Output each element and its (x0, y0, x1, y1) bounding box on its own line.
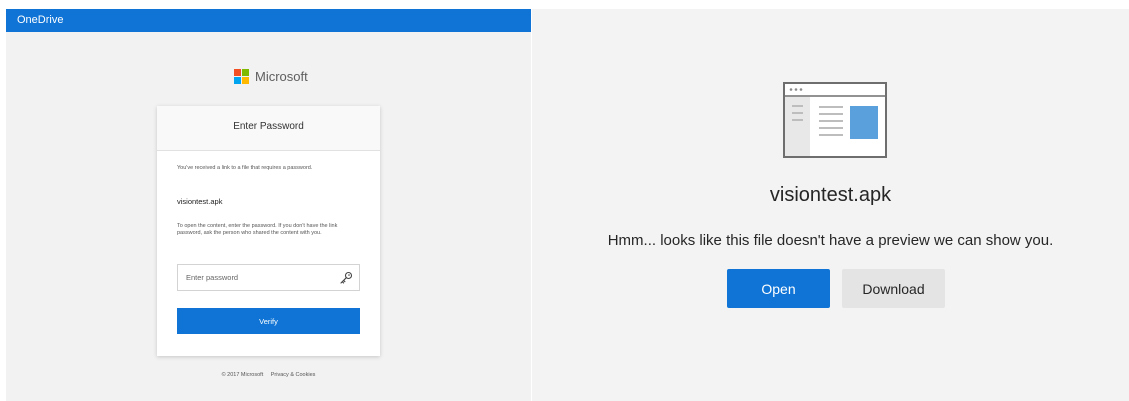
instructions-text: To open the content, enter the password.… (177, 223, 338, 236)
page-footer: © 2017 Microsoft Privacy & Cookies (6, 372, 531, 378)
password-input[interactable] (178, 265, 328, 290)
password-card: Enter Password You've received a link to… (157, 106, 380, 356)
app-title[interactable]: OneDrive (17, 14, 63, 26)
document-preview-icon (783, 82, 887, 158)
microsoft-logo: Microsoft (234, 69, 308, 84)
password-page: OneDrive Microsoft Enter Password You've… (6, 9, 531, 401)
key-icon[interactable] (339, 271, 353, 285)
preview-panel: visiontest.apk Hmm... looks like this fi… (532, 9, 1129, 401)
privacy-link[interactable]: Privacy & Cookies (271, 372, 316, 378)
download-button[interactable]: Download (842, 269, 945, 308)
onedrive-topbar: OneDrive (6, 9, 531, 32)
password-field[interactable] (177, 264, 360, 291)
verify-button[interactable]: Verify (177, 308, 360, 334)
no-preview-message: Hmm... looks like this file doesn't have… (607, 232, 1054, 249)
info-text: You've received a link to a file that re… (177, 165, 313, 171)
microsoft-squares-icon (234, 69, 249, 84)
copyright-text: © 2017 Microsoft (221, 372, 264, 378)
card-body: You've received a link to a file that re… (157, 151, 380, 356)
card-title: Enter Password (157, 106, 380, 151)
microsoft-logo-text: Microsoft (255, 69, 308, 84)
open-button[interactable]: Open (727, 269, 830, 308)
shared-filename: visiontest.apk (177, 197, 223, 206)
preview-filename: visiontest.apk (769, 184, 892, 206)
